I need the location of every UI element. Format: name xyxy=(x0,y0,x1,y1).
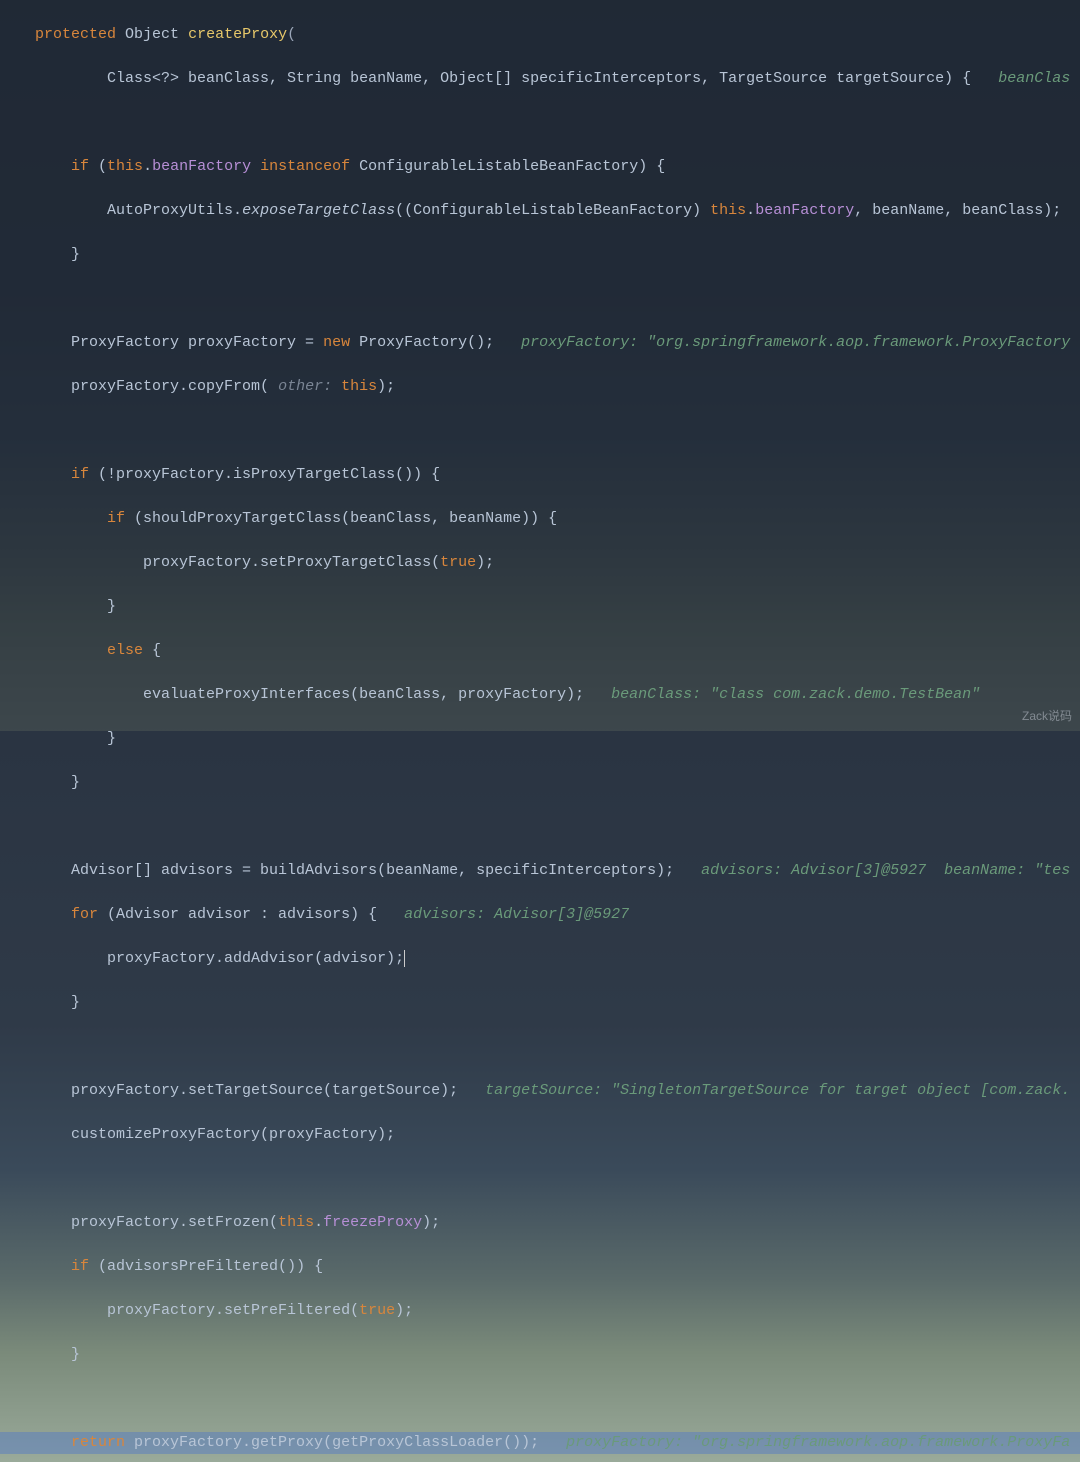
keyword-new: new xyxy=(323,334,350,351)
keyword-protected: protected xyxy=(35,26,116,43)
code-line: } xyxy=(0,1344,1080,1366)
code-text: (shouldProxyTargetClass(beanClass, beanN… xyxy=(125,510,557,527)
keyword-if: if xyxy=(71,158,89,175)
code-line: } xyxy=(0,596,1080,618)
static-method: exposeTargetClass xyxy=(242,202,395,219)
inline-hint: advisors: Advisor[3]@5927 xyxy=(404,906,629,923)
code-line xyxy=(0,816,1080,838)
code-line: proxyFactory.setProxyTargetClass(true); xyxy=(0,552,1080,574)
field-freezeProxy: freezeProxy xyxy=(323,1214,422,1231)
literal-true: true xyxy=(359,1302,395,1319)
literal-true: true xyxy=(440,554,476,571)
method-name: createProxy xyxy=(188,26,287,43)
code-line: if (shouldProxyTargetClass(beanClass, be… xyxy=(0,508,1080,530)
inline-hint: beanClass: "class com.zack.demo.TestBean… xyxy=(611,686,980,703)
keyword-this: this xyxy=(107,158,143,175)
code-line: Advisor[] advisors = buildAdvisors(beanN… xyxy=(0,860,1080,882)
inline-hint: targetSource: "SingletonTargetSource for… xyxy=(485,1082,1070,1099)
code-line: } xyxy=(0,728,1080,750)
keyword-for: for xyxy=(71,906,98,923)
code-line: evaluateProxyInterfaces(beanClass, proxy… xyxy=(0,684,1080,706)
code-line xyxy=(0,288,1080,310)
code-line: proxyFactory.setTargetSource(targetSourc… xyxy=(0,1080,1080,1102)
code-line: proxyFactory.setPreFiltered(true); xyxy=(0,1300,1080,1322)
code-line: proxyFactory.addAdvisor(advisor); xyxy=(0,948,1080,970)
keyword-else: else xyxy=(107,642,143,659)
field-beanFactory: beanFactory xyxy=(152,158,251,175)
code-line: } xyxy=(0,244,1080,266)
watermark: Zack说码 xyxy=(1022,705,1072,727)
code-line xyxy=(0,1036,1080,1058)
code-line: if (!proxyFactory.isProxyTargetClass()) … xyxy=(0,464,1080,486)
inline-hint: proxyFactory: "org.springframework.aop.f… xyxy=(566,1434,1070,1451)
code-text: (advisorsPreFiltered()) { xyxy=(89,1258,323,1275)
inline-hint: proxyFactory: "org.springframework.aop.f… xyxy=(521,334,1070,351)
code-editor[interactable]: protected Object createProxy( Class<?> b… xyxy=(0,0,1080,1462)
code-line: protected Object createProxy( xyxy=(0,24,1080,46)
code-line: AutoProxyUtils.exposeTargetClass((Config… xyxy=(0,200,1080,222)
code-line: if (advisorsPreFiltered()) { xyxy=(0,1256,1080,1278)
code-line xyxy=(0,1388,1080,1410)
code-line: else { xyxy=(0,640,1080,662)
code-line: customizeProxyFactory(proxyFactory); xyxy=(0,1124,1080,1146)
inline-hint: advisors: Advisor[3]@5927 beanName: "tes xyxy=(701,862,1070,879)
param-hint: other: xyxy=(278,378,332,395)
code-text: (!proxyFactory.isProxyTargetClass()) { xyxy=(89,466,440,483)
static-call: AutoProxyUtils. xyxy=(107,202,242,219)
code-line: Class<?> beanClass, String beanName, Obj… xyxy=(0,68,1080,90)
return-type: Object xyxy=(125,26,179,43)
code-line: ProxyFactory proxyFactory = new ProxyFac… xyxy=(0,332,1080,354)
inline-hint: beanClas xyxy=(998,70,1070,87)
code-line xyxy=(0,1168,1080,1190)
keyword-instanceof: instanceof xyxy=(260,158,350,175)
code-line: } xyxy=(0,992,1080,1014)
code-line: for (Advisor advisor : advisors) { advis… xyxy=(0,904,1080,926)
text-cursor xyxy=(404,950,405,967)
keyword-return: return xyxy=(71,1434,125,1451)
code-line xyxy=(0,112,1080,134)
method-params: Class<?> beanClass, String beanName, Obj… xyxy=(107,70,971,87)
type-ref: ConfigurableListableBeanFactory xyxy=(359,158,638,175)
code-line: proxyFactory.copyFrom( other: this); xyxy=(0,376,1080,398)
code-line xyxy=(0,420,1080,442)
code-line: proxyFactory.setFrozen(this.freezeProxy)… xyxy=(0,1212,1080,1234)
code-line-current: return proxyFactory.getProxy(getProxyCla… xyxy=(0,1432,1080,1454)
code-line: } xyxy=(0,772,1080,794)
code-line: if (this.beanFactory instanceof Configur… xyxy=(0,156,1080,178)
